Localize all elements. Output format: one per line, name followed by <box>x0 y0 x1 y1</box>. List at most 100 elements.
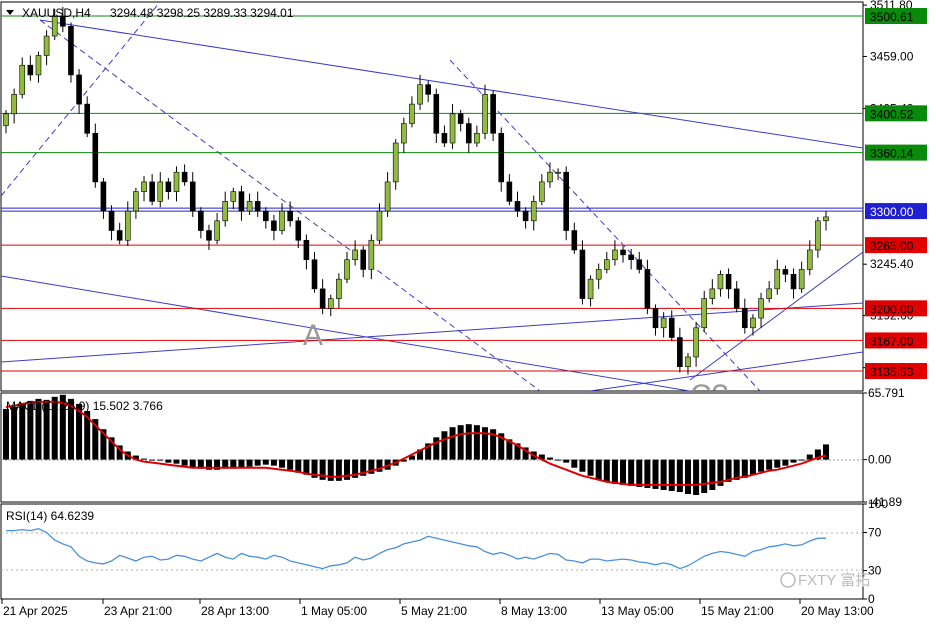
candle-bear <box>303 239 310 261</box>
candle-bull <box>449 113 456 144</box>
macd-bar <box>676 459 683 492</box>
time-axis: 21 Apr 2025 23 Apr 21:00 28 Apr 13:00 1 May… <box>1 599 874 618</box>
candle-bear <box>149 181 155 202</box>
level-label-text: 3200.00 <box>870 302 914 316</box>
macd-bar <box>684 459 691 495</box>
candle-bear <box>514 201 521 212</box>
candle-bull <box>798 269 805 290</box>
price-chart-window[interactable]: A C? XAUUSD,H4 3294.48 3298.25 3289.33 3… <box>0 0 936 624</box>
symbol-timeframe: XAUUSD,H4 <box>22 6 91 20</box>
candle-bull <box>815 220 821 251</box>
macd-bar <box>11 406 18 460</box>
time-axis-tick-label: 23 Apr 21:00 <box>104 604 172 618</box>
macd-bar <box>595 459 602 480</box>
candle-bull <box>352 249 358 261</box>
candle-bear <box>238 191 245 212</box>
candle-bear <box>522 210 529 222</box>
candle-bear <box>425 84 431 95</box>
candle-bear <box>579 249 586 299</box>
level-label-text: 3500.61 <box>870 10 914 24</box>
dropdown-triangle-icon[interactable] <box>6 10 14 15</box>
candle-bull <box>474 132 480 144</box>
candle-bull <box>279 210 285 231</box>
candle-bear <box>782 269 789 275</box>
candle-bear <box>311 259 318 290</box>
macd-bar <box>782 459 789 466</box>
candle-bull <box>547 171 553 183</box>
candle-bear <box>677 337 683 367</box>
candle-bull <box>539 181 545 202</box>
macd-bar <box>165 459 172 463</box>
candle-bear <box>254 201 261 212</box>
macd-bar <box>620 459 627 485</box>
candle-bull <box>766 288 772 299</box>
candle-bull <box>3 113 9 126</box>
macd-bar <box>758 459 765 472</box>
time-axis-tick-label: 21 Apr 2025 <box>3 604 68 618</box>
trendline-dashed-3 <box>449 59 761 391</box>
macd-bar <box>141 458 148 460</box>
candle-bear <box>116 230 123 241</box>
price-axis-tick-label: 3459.00 <box>870 49 914 63</box>
price-axis: 3511.803459.003405.403245.403192.603139.… <box>863 0 914 375</box>
candle-bear <box>360 249 367 270</box>
logo-icon <box>780 572 796 588</box>
candle-bull <box>376 210 383 241</box>
candle-bull <box>327 298 334 309</box>
candle-bull <box>685 356 691 367</box>
candle-bull <box>384 181 391 212</box>
candle-bear <box>490 94 496 134</box>
candle-bull <box>214 220 220 241</box>
rsi-axis-tick-label: 100 <box>868 497 888 511</box>
candle-bull <box>246 201 253 212</box>
macd-bar <box>173 459 180 464</box>
macd-bar <box>611 459 618 484</box>
level-label-text: 3135.53 <box>870 365 914 379</box>
time-axis-tick-label: 5 May 21:00 <box>401 604 467 618</box>
wave-label-c: C? <box>690 379 728 412</box>
candle-bull <box>368 239 375 270</box>
macd-bar <box>636 459 643 487</box>
candle-bear <box>206 230 212 241</box>
candle-bear <box>628 254 634 261</box>
candle-bull <box>417 84 423 105</box>
candle-bear <box>498 132 505 183</box>
time-axis-tick-label: 1 May 05:00 <box>301 604 367 618</box>
candle-bull <box>750 317 756 329</box>
candle-bear <box>92 132 99 183</box>
candle-bear <box>636 259 643 270</box>
macd-bar <box>3 408 9 460</box>
candle-bull <box>230 191 237 202</box>
macd-bar <box>790 459 797 463</box>
candle-bull <box>806 249 813 270</box>
candle-bear <box>189 181 196 212</box>
macd-bar <box>473 425 480 460</box>
candle-bear <box>287 210 293 222</box>
candle-bear <box>295 220 302 241</box>
candle-bull <box>701 298 708 329</box>
watermark: FXTY 富拓 <box>780 571 870 589</box>
macd-bar <box>628 459 635 486</box>
macd-bar <box>555 459 562 461</box>
level-label-text: 3300.00 <box>870 205 914 219</box>
candle-bear <box>68 26 74 76</box>
macd-bar <box>579 459 586 472</box>
candle-bear <box>742 308 748 329</box>
watermark-text: FXTY 富拓 <box>798 571 870 589</box>
macd-bar <box>254 459 261 466</box>
candle-bull <box>595 269 602 280</box>
candle-bull <box>19 64 26 95</box>
macd-bar <box>563 459 570 463</box>
wave-label-a: A <box>303 319 323 352</box>
macd-bar <box>668 459 675 491</box>
candle-bull <box>173 171 180 192</box>
candle-bull <box>530 201 537 222</box>
macd-bar <box>238 459 245 468</box>
candle-bear <box>198 210 204 231</box>
candle-bear <box>733 288 740 309</box>
macd-bar <box>149 459 156 461</box>
trendline-rising-support <box>1 302 863 363</box>
time-axis-tick-label: 15 May 21:00 <box>701 604 774 618</box>
macd-bar <box>279 459 286 468</box>
candle-bull <box>612 249 618 261</box>
